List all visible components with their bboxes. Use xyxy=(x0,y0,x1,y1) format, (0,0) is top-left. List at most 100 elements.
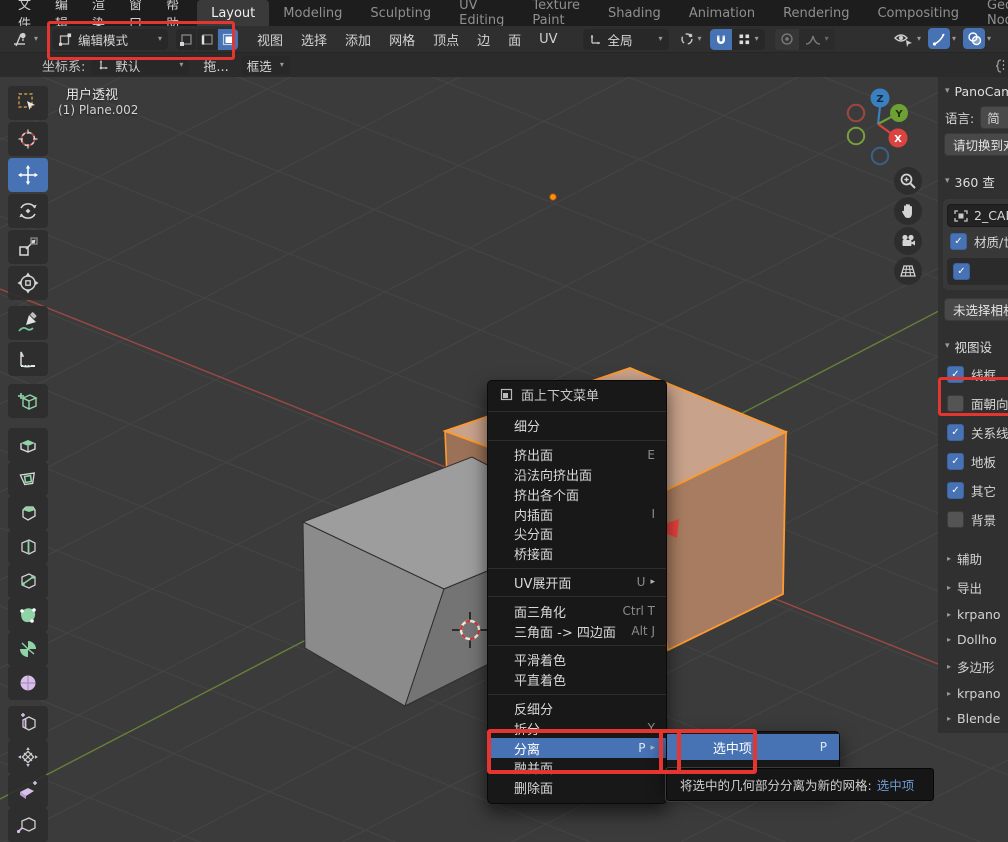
tool-bevel-button[interactable] xyxy=(8,496,48,530)
tool-add-cube-button[interactable] xyxy=(8,384,48,418)
checkbox-wireframe[interactable]: ✓线框 xyxy=(938,360,1008,389)
panel-collapsed-polygon[interactable]: ▸多边形 xyxy=(938,652,1008,681)
tool-transform-button[interactable] xyxy=(8,266,48,300)
editor-type-selector[interactable]: ▾ xyxy=(6,29,44,50)
tool-rotate-button[interactable] xyxy=(8,194,48,228)
tool-knife-button[interactable] xyxy=(8,564,48,598)
gizmos-toggle-button[interactable] xyxy=(928,28,950,49)
coord-system-dropdown[interactable]: 默认 ▾ xyxy=(91,56,189,75)
checkbox-background[interactable]: 背景 xyxy=(938,505,1008,534)
tool-poly-build-button[interactable] xyxy=(8,598,48,632)
overlays-toggle-button[interactable] xyxy=(963,28,985,49)
menu-item-unsubdivide[interactable]: 反细分 xyxy=(488,699,666,719)
panel-collapsed-export[interactable]: ▸导出 xyxy=(938,573,1008,602)
submenu-item-selection[interactable]: 选中项 P xyxy=(667,734,839,760)
menu-add[interactable]: 添加 xyxy=(336,30,380,49)
tool-edge-slide-button[interactable] xyxy=(8,706,48,740)
checkbox-icon[interactable]: ✓ xyxy=(953,263,970,280)
tool-shrink-fatten-button[interactable] xyxy=(8,740,48,774)
snap-target-selector[interactable]: ▾ xyxy=(679,31,702,47)
panel-collapsed-krpano-1[interactable]: ▸krpano xyxy=(938,602,1008,627)
tool-measure-button[interactable] xyxy=(8,342,48,376)
proportional-edit-toggle[interactable] xyxy=(775,29,799,50)
no-camera-button[interactable]: 未选择相机 xyxy=(944,298,1008,321)
switch-notice-button[interactable]: 请切换到对 xyxy=(944,133,1008,156)
checkbox-floor[interactable]: ✓地板 xyxy=(938,447,1008,476)
menu-uv[interactable]: UV xyxy=(530,32,566,47)
menu-item-uv-unwrap[interactable]: UV展开面U▸ xyxy=(488,573,666,593)
drag-button[interactable]: 拖... xyxy=(203,56,228,75)
tool-extrude-region-button[interactable] xyxy=(8,428,48,462)
face-select-button[interactable] xyxy=(218,29,238,50)
menu-item-inset-faces[interactable]: 内插面I xyxy=(488,504,666,524)
menu-edge[interactable]: 边 xyxy=(468,30,499,49)
tool-smooth-button[interactable] xyxy=(8,666,48,700)
transform-orientation-dropdown[interactable]: 全局 ▾ xyxy=(583,29,669,50)
menu-item-extrude-along-normals[interactable]: 沿法向挤出面 xyxy=(488,465,666,485)
snap-toggle-button[interactable] xyxy=(710,29,732,50)
menu-item-shade-flat[interactable]: 平直着色 xyxy=(488,670,666,690)
menu-item-subdivide[interactable]: 细分 xyxy=(488,416,666,436)
panel-header-360-view[interactable]: ▾ 360 查 xyxy=(938,160,1008,195)
menu-item-extrude-faces[interactable]: 挤出面E xyxy=(488,445,666,465)
tool-inset-faces-button[interactable] xyxy=(8,462,48,496)
tab-sculpting[interactable]: Sculpting xyxy=(356,0,445,26)
mode-selector-dropdown[interactable]: 编辑模式 ▾ xyxy=(52,29,168,50)
camera-view-button[interactable] xyxy=(894,227,922,255)
tool-rip-region-button[interactable] xyxy=(8,774,48,808)
tab-uv-editing[interactable]: UV Editing xyxy=(445,0,518,26)
pan-view-button[interactable] xyxy=(894,197,922,225)
menu-face[interactable]: 面 xyxy=(499,30,530,49)
vertex-select-button[interactable] xyxy=(176,29,196,50)
clip-region-icon[interactable] xyxy=(993,58,1007,74)
panel-header-view-settings[interactable]: ▾ 视图设 xyxy=(938,325,1008,360)
falloff-dropdown[interactable]: ▾ xyxy=(799,33,835,46)
menu-item-dissolve-faces[interactable]: 融并面 xyxy=(488,758,666,778)
tool-select-box-button[interactable] xyxy=(8,86,48,120)
tab-animation[interactable]: Animation xyxy=(675,0,769,26)
panel-collapsed-blender[interactable]: ▸Blende xyxy=(938,706,1008,731)
snap-with-dropdown[interactable]: ▾ xyxy=(732,33,765,46)
menu-mesh[interactable]: 网格 xyxy=(380,30,424,49)
tab-texture-paint[interactable]: Texture Paint xyxy=(518,0,594,26)
menu-item-bridge-faces[interactable]: 桥接面 xyxy=(488,544,666,564)
select-tool-dropdown[interactable]: 框选 ▾ xyxy=(241,56,290,75)
tab-layout[interactable]: Layout xyxy=(197,0,269,26)
tab-shading[interactable]: Shading xyxy=(594,0,675,26)
edge-select-button[interactable] xyxy=(197,29,217,50)
tool-loop-cut-button[interactable] xyxy=(8,530,48,564)
menu-item-tris-to-quads[interactable]: 三角面 -> 四边面Alt J xyxy=(488,621,666,641)
show-gizmo-eye-icon[interactable] xyxy=(893,30,915,48)
tab-geometry-nodes[interactable]: Geometry Nodes xyxy=(973,0,1008,26)
panel-collapsed-krpano-2[interactable]: ▸krpano xyxy=(938,681,1008,706)
menu-item-shade-smooth[interactable]: 平滑着色 xyxy=(488,650,666,670)
menu-item-separate[interactable]: 分离P▸ xyxy=(488,738,666,758)
language-dropdown[interactable]: 简 xyxy=(980,106,1008,129)
menu-vertex[interactable]: 顶点 xyxy=(424,30,468,49)
camera-selector[interactable]: 2_CAM xyxy=(947,204,1008,227)
tab-modeling[interactable]: Modeling xyxy=(269,0,356,26)
tool-rip-edge-button[interactable] xyxy=(8,808,48,842)
checkbox-others[interactable]: ✓其它 xyxy=(938,476,1008,505)
menu-item-triangulate[interactable]: 面三角化Ctrl T xyxy=(488,601,666,621)
tool-scale-button[interactable] xyxy=(8,230,48,264)
tool-annotate-button[interactable] xyxy=(8,306,48,340)
tool-move-button[interactable] xyxy=(8,158,48,192)
ortho-grid-button[interactable] xyxy=(894,257,922,285)
panel-collapsed-auxiliary[interactable]: ▸辅助 xyxy=(938,544,1008,573)
tool-spin-button[interactable] xyxy=(8,632,48,666)
menu-item-split[interactable]: 拆分Y xyxy=(488,718,666,738)
tab-compositing[interactable]: Compositing xyxy=(863,0,973,26)
menu-item-poke-faces[interactable]: 尖分面 xyxy=(488,524,666,544)
tool-cursor-button[interactable] xyxy=(8,122,48,156)
menu-view[interactable]: 视图 xyxy=(248,30,292,49)
checkbox-relationship-lines[interactable]: ✓关系线 xyxy=(938,418,1008,447)
panel-header-panocam[interactable]: ▾ PanoCama xyxy=(938,76,1008,103)
checkbox-material-world[interactable]: ✓ 材质/世界 xyxy=(947,227,1008,256)
panel-collapsed-dollhouse[interactable]: ▸Dollho xyxy=(938,627,1008,652)
zoom-view-button[interactable] xyxy=(894,167,922,195)
menu-item-delete-faces[interactable]: 删除面 xyxy=(488,778,666,798)
tab-rendering[interactable]: Rendering xyxy=(769,0,863,26)
checkbox-face-orientation[interactable]: 面朝向 xyxy=(938,389,1008,418)
menu-item-extrude-individual[interactable]: 挤出各个面 xyxy=(488,484,666,504)
